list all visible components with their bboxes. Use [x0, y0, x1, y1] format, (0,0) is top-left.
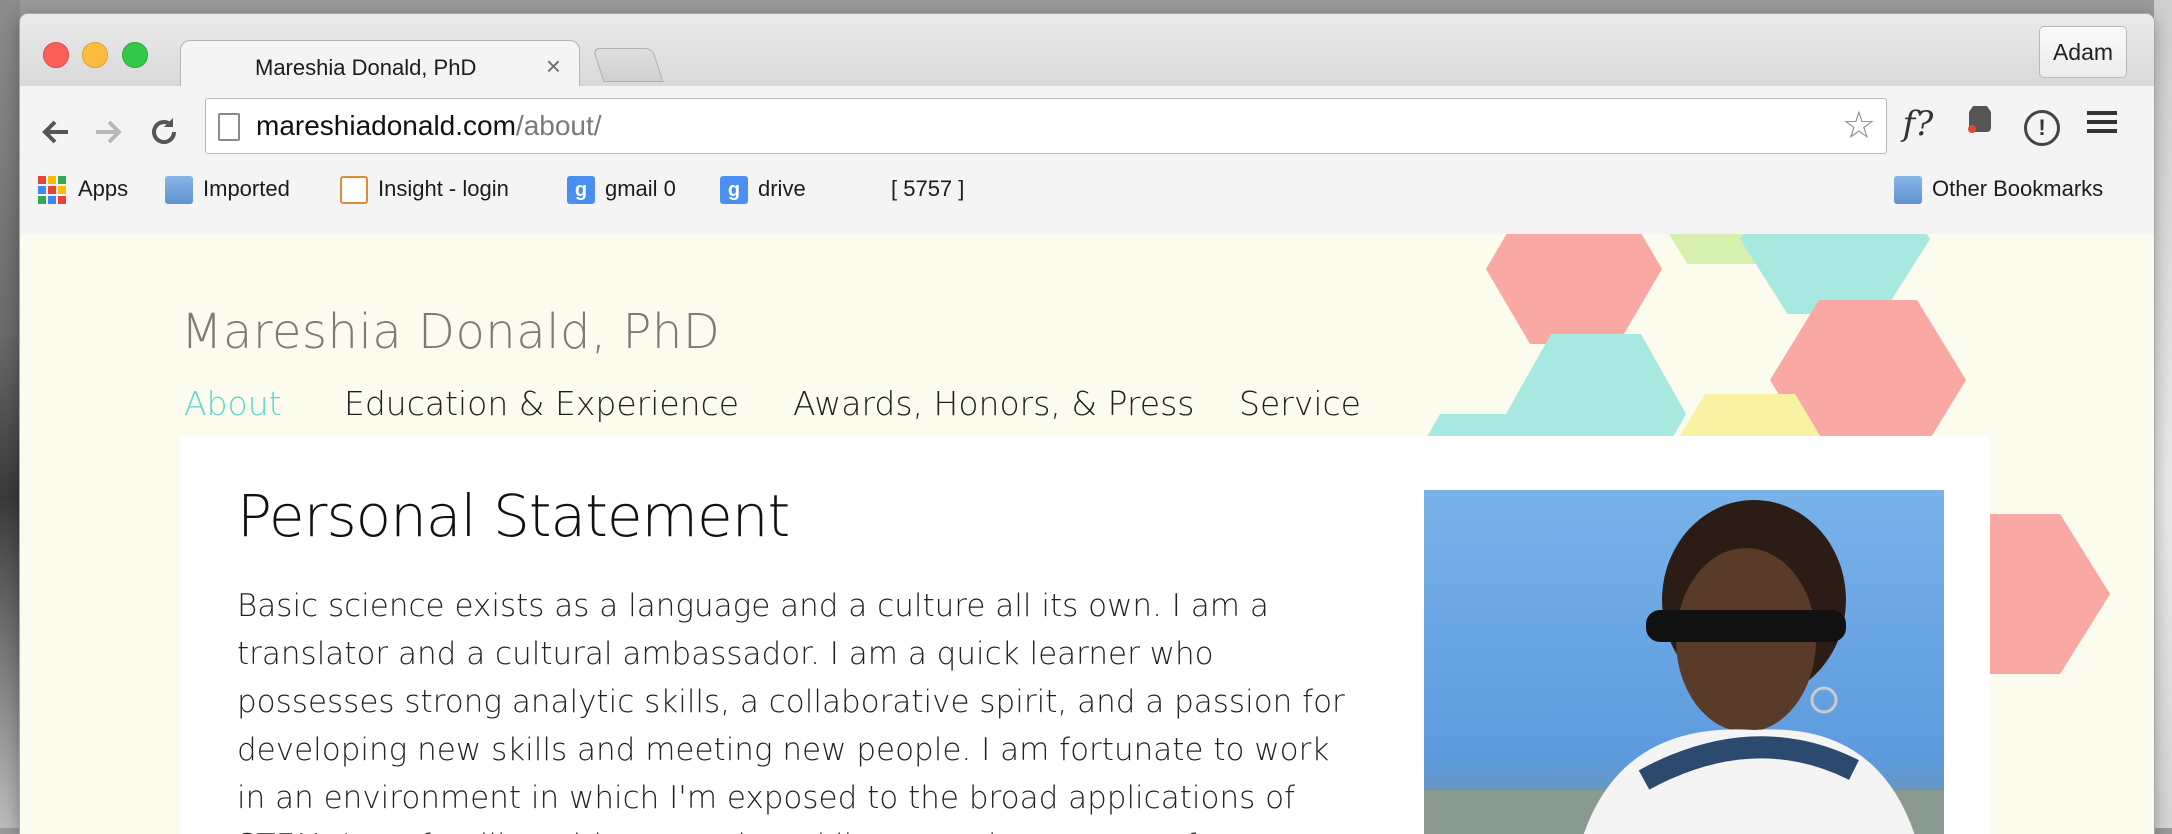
browser-toolbar: mareshiadonald.com/about/ ☆ f? ! Apps Im… [20, 86, 2154, 235]
maximize-window-button[interactable] [122, 42, 148, 68]
bookmark-label: Other Bookmarks [1932, 176, 2104, 201]
content-card: Personal Statement Basic science exists … [180, 436, 1990, 834]
bookmark-star-icon[interactable]: ☆ [1842, 103, 1876, 148]
new-tab-button[interactable] [592, 48, 664, 82]
url-path: /about/ [515, 110, 602, 141]
nav-education-experience[interactable]: Education & Experience [344, 384, 739, 423]
google-icon: g [567, 176, 595, 205]
apps-grid-icon [38, 176, 66, 205]
evernote-extension-icon[interactable] [1958, 102, 2002, 146]
bookmark-insight-login[interactable]: Insight - login [340, 176, 509, 205]
nav-awards-honors-press[interactable]: Awards, Honors, & Press [793, 384, 1194, 423]
nav-about[interactable]: About [184, 384, 282, 423]
desktop-background-right [2154, 0, 2172, 828]
bookmark-other[interactable]: Other Bookmarks [1894, 176, 2104, 205]
reload-icon[interactable] [146, 114, 182, 150]
google-icon: g [720, 176, 748, 205]
font-finder-extension-icon[interactable]: f? [1896, 102, 1940, 146]
browser-tab[interactable]: Mareshia Donald, PhD × [180, 40, 580, 89]
bookmark-label: [ 5757 ] [891, 176, 965, 201]
bookmark-apps[interactable]: Apps [38, 176, 129, 205]
url-text: mareshiadonald.com/about/ [256, 110, 602, 142]
url-domain: mareshiadonald.com [256, 110, 516, 141]
folder-icon [1894, 176, 1922, 205]
bookmark-label: Imported [203, 176, 290, 201]
bookmark-drive[interactable]: g drive [720, 176, 806, 205]
site-title[interactable]: Mareshia Donald, PhD [181, 304, 720, 360]
bookmark-counter[interactable]: [ 5757 ] [891, 176, 964, 202]
profile-photo [1424, 490, 1944, 834]
bookmark-label: Insight - login [378, 176, 509, 201]
bookmark-label: gmail 0 [605, 176, 676, 201]
profile-button[interactable]: Adam [2039, 26, 2127, 78]
page-heading: Personal Statement [237, 482, 790, 550]
desktop-background [0, 0, 20, 828]
bookmark-gmail[interactable]: g gmail 0 [567, 176, 676, 205]
personal-statement-text: Basic science exists as a language and a… [237, 588, 1345, 834]
title-bar: Mareshia Donald, PhD × Adam [20, 14, 2154, 89]
onepassword-extension-icon[interactable]: ! [2020, 102, 2064, 146]
folder-icon [165, 176, 193, 205]
bookmark-label: Apps [78, 176, 129, 201]
minimize-window-button[interactable] [82, 42, 108, 68]
nav-service[interactable]: Service [1239, 384, 1361, 423]
close-window-button[interactable] [43, 42, 69, 68]
web-page: Mareshia Donald, PhD About Education & E… [20, 234, 2154, 834]
decorative-hexagon [1486, 234, 1662, 344]
browser-window: Mareshia Donald, PhD × Adam mareshiadona… [20, 14, 2154, 834]
bookmarks-bar: Apps Imported Insight - login g gmail 0 g… [20, 166, 2154, 210]
bookmark-label: drive [758, 176, 806, 201]
back-arrow-icon[interactable] [38, 114, 74, 150]
tab-title: Mareshia Donald, PhD [255, 55, 477, 80]
hamburger-menu-icon[interactable] [2080, 102, 2124, 146]
address-bar[interactable]: mareshiadonald.com/about/ ☆ [205, 98, 1887, 154]
forward-arrow-icon[interactable] [90, 114, 126, 150]
close-tab-icon[interactable]: × [546, 51, 561, 82]
bookmark-imported[interactable]: Imported [165, 176, 290, 205]
insight-icon [340, 176, 368, 205]
page-icon [218, 113, 240, 141]
